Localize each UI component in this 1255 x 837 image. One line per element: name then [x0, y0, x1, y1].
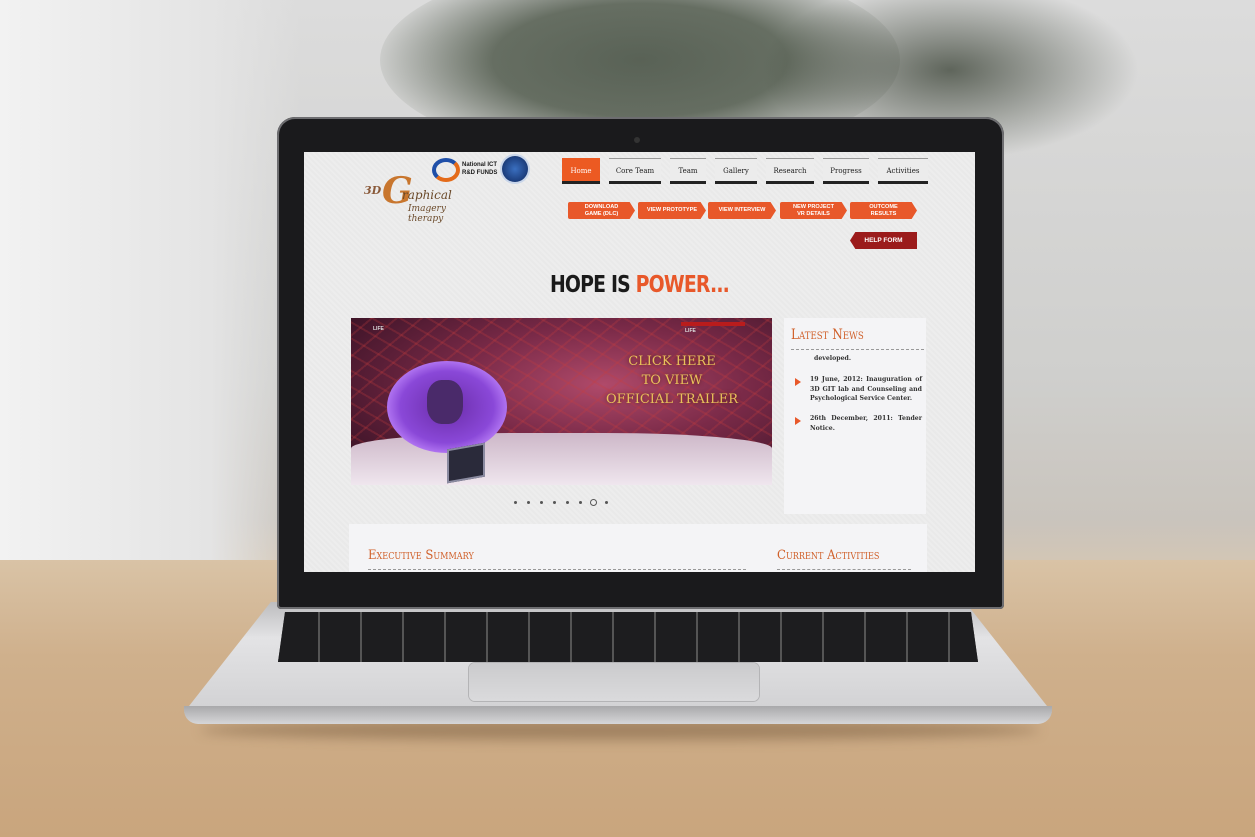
current-activities-heading: Current Activities — [777, 548, 880, 563]
hud-life-left: LIFE — [373, 326, 384, 332]
bottom-summary-panel: Executive Summary Current Activities — [349, 524, 927, 572]
tagline: HOPE IS POWER... — [364, 272, 914, 298]
ict-logo-line1: National ICT — [462, 162, 498, 168]
trailer-cta-line2: TO VIEW — [641, 373, 703, 388]
latest-news-panel: Latest News developed. 19 June, 2012: In… — [784, 318, 926, 514]
trailer-cta-line3: OFFICIAL TRAILER — [606, 392, 738, 407]
slider-dot-8[interactable] — [605, 501, 608, 504]
help-form-button[interactable]: HELP FORM — [850, 232, 917, 249]
laptop-trackpad — [469, 663, 759, 701]
slider-dot-4[interactable] — [553, 501, 556, 504]
ict-logo-text: National ICT R&D FUNDS — [462, 161, 497, 177]
nav-core-team[interactable]: Core Team — [609, 158, 661, 184]
ict-logo-line2: R&D FUNDS — [462, 170, 498, 176]
logo-3d-text: 3D — [364, 184, 382, 197]
view-interview-button[interactable]: VIEW INTERVIEW — [708, 202, 776, 219]
slider-dot-1[interactable] — [514, 501, 517, 504]
ict-swirl-icon — [432, 158, 460, 182]
news-partial-item: developed. — [814, 355, 852, 362]
slider-dot-3[interactable] — [540, 501, 543, 504]
laptop-camera — [634, 137, 640, 143]
news-arrow-icon — [795, 417, 801, 425]
executive-summary-heading: Executive Summary — [368, 548, 474, 563]
slider-dot-2[interactable] — [527, 501, 530, 504]
trailer-cta-line1: CLICK HERE — [628, 354, 716, 369]
hud-life-right: LIFE — [685, 328, 696, 334]
nav-gallery[interactable]: Gallery — [715, 158, 757, 184]
ict-rnd-funds-logo[interactable]: National ICT R&D FUNDS — [432, 156, 528, 184]
news-item-2[interactable]: 26th December, 2011: Tender Notice. — [810, 414, 922, 433]
outcome-results-button[interactable]: OUTCOME RESULTS — [850, 202, 917, 219]
logo-subtitle: Imagery therapy — [408, 204, 446, 224]
website-screen: 3D G raphical Imagery therapy National I… — [304, 152, 975, 572]
slider-dot-7[interactable] — [591, 500, 596, 505]
slider-creature — [427, 380, 463, 424]
slider-dot-6[interactable] — [579, 501, 582, 504]
view-prototype-button[interactable]: VIEW PROTOTYPE — [638, 202, 706, 219]
nav-team[interactable]: Team — [670, 158, 706, 184]
executive-summary-divider — [368, 569, 746, 570]
trailer-cta[interactable]: CLICK HERE TO VIEW OFFICIAL TRAILER — [577, 352, 767, 409]
slider-cube — [447, 442, 485, 484]
hud-health-bar — [681, 322, 745, 326]
current-activities-divider — [777, 569, 911, 570]
tagline-part1: HOPE IS — [549, 272, 636, 298]
nav-progress[interactable]: Progress — [823, 158, 869, 184]
nav-home[interactable]: Home — [562, 158, 600, 184]
background-window — [0, 0, 300, 560]
latest-news-divider — [791, 349, 924, 350]
news-arrow-icon — [795, 378, 801, 386]
trailer-slider[interactable]: LIFE LIFE CLICK HERE TO VIEW OFFICIAL TR… — [351, 318, 772, 485]
logo-graphical-text: raphical — [402, 188, 452, 202]
nav-research[interactable]: Research — [766, 158, 814, 184]
latest-news-title: Latest News — [791, 327, 864, 343]
laptop-keyboard — [278, 612, 978, 662]
partner-seal-icon — [502, 156, 528, 182]
download-game-button[interactable]: DOWNLOAD GAME (DLC) — [568, 202, 635, 219]
news-item-1[interactable]: 19 June, 2012: Inauguration of 3D GIT la… — [810, 375, 922, 404]
vr-details-button[interactable]: NEW PROJECT VR DETAILS — [780, 202, 847, 219]
nav-activities[interactable]: Activities — [878, 158, 928, 184]
slider-dot-5[interactable] — [566, 501, 569, 504]
laptop-base-edge — [184, 706, 1052, 724]
tagline-part2: POWER... — [635, 272, 730, 298]
